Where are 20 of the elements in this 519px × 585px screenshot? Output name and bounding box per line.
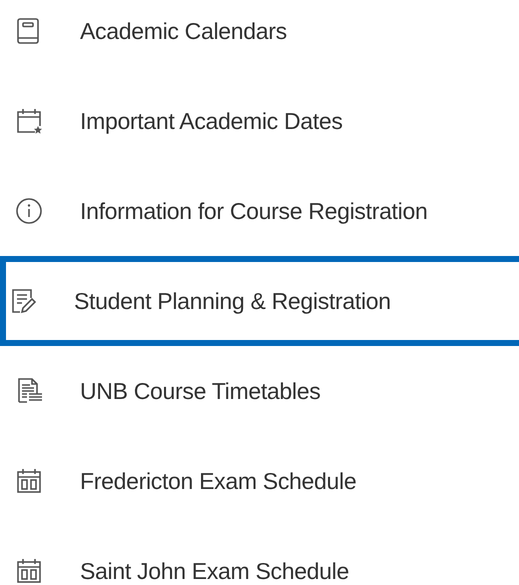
- menu-label: Important Academic Dates: [80, 106, 343, 136]
- menu-label: UNB Course Timetables: [80, 376, 320, 406]
- menu-label: Saint John Exam Schedule: [80, 556, 349, 585]
- menu-label: Information for Course Registration: [80, 196, 428, 226]
- menu-item[interactable]: Academic Calendars: [0, 0, 519, 76]
- menu-item[interactable]: Student Planning & Registration: [0, 256, 519, 346]
- calendar-icon: [16, 558, 44, 584]
- menu-item[interactable]: Fredericton Exam Schedule: [0, 436, 519, 526]
- menu-item[interactable]: Important Academic Dates: [0, 76, 519, 166]
- calendar-star-icon: [16, 108, 44, 134]
- edit-list-icon: [10, 288, 38, 314]
- menu-item[interactable]: UNB Course Timetables: [0, 346, 519, 436]
- document-list-icon: [16, 378, 44, 404]
- menu-label: Academic Calendars: [80, 16, 287, 46]
- info-icon: [16, 198, 44, 224]
- menu-item[interactable]: Information for Course Registration: [0, 166, 519, 256]
- menu-label: Student Planning & Registration: [74, 286, 391, 316]
- menu-item[interactable]: Saint John Exam Schedule: [0, 526, 519, 585]
- calendar-icon: [16, 468, 44, 494]
- menu-label: Fredericton Exam Schedule: [80, 466, 356, 496]
